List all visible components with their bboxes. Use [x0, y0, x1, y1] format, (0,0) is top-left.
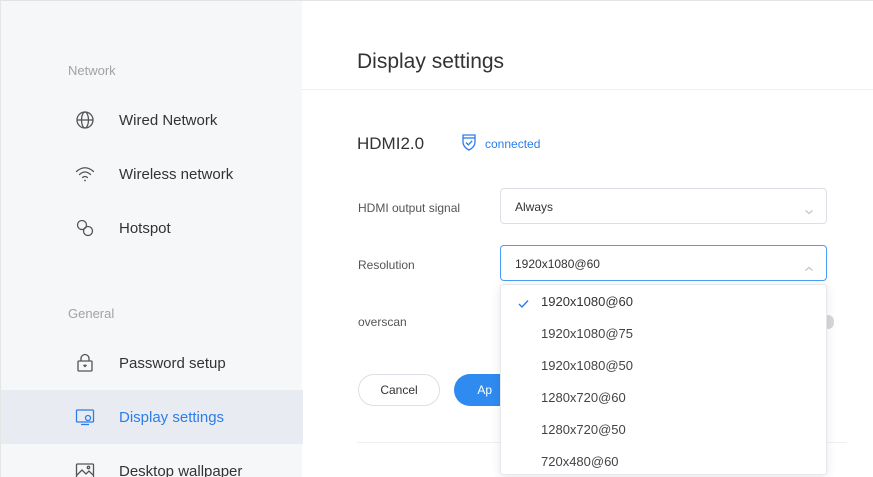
sidebar-item-display-settings[interactable]: Display settings — [1, 390, 303, 444]
output-signal-value: Always — [515, 200, 554, 214]
app-window: Network Wired Network Wireless network H… — [0, 0, 873, 477]
sidebar-item-label: Desktop wallpaper — [119, 462, 243, 477]
option-label: 1920x1080@50 — [541, 358, 633, 373]
sidebar-item-label: Hotspot — [119, 219, 171, 237]
sidebar-item-label: Password setup — [119, 354, 226, 372]
option-label: 1280x720@60 — [541, 390, 626, 405]
globe-icon — [74, 109, 96, 131]
section-label-network: Network — [68, 63, 116, 78]
hdmi-port-title: HDMI2.0 — [357, 134, 425, 153]
sidebar-item-label: Wired Network — [119, 111, 218, 129]
sidebar-item-wireless-network[interactable]: Wireless network — [1, 147, 303, 201]
resolution-option[interactable]: 1920x1080@60 — [501, 286, 826, 318]
sidebar-item-wired-network[interactable]: Wired Network — [1, 93, 303, 147]
resolution-option[interactable]: 1280x720@50 — [501, 414, 826, 446]
page-title: Display settings — [357, 50, 505, 73]
output-signal-label: HDMI output signal — [358, 201, 461, 215]
shield-check-icon — [459, 132, 479, 152]
sidebar-item-label: Display settings — [119, 408, 225, 426]
connection-status: connected — [485, 137, 541, 151]
option-label: 720x480@60 — [541, 454, 619, 469]
option-label: 1920x1080@75 — [541, 326, 633, 341]
resolution-dropdown: 1920x1080@60 1920x1080@75 1920x1080@50 1… — [500, 284, 827, 475]
resolution-option[interactable]: 1920x1080@75 — [501, 318, 826, 350]
option-label: 1920x1080@60 — [541, 294, 633, 309]
main-panel: Display settings HDMI2.0 connected HDMI … — [302, 1, 873, 477]
resolution-label: Resolution — [358, 258, 415, 272]
check-icon — [518, 296, 529, 309]
display-icon — [74, 406, 96, 428]
sidebar-item-desktop-wallpaper[interactable]: Desktop wallpaper — [1, 444, 303, 477]
resolution-value: 1920x1080@60 — [515, 257, 600, 271]
resolution-option[interactable]: 1280x720@60 — [501, 382, 826, 414]
resolution-select[interactable]: 1920x1080@60 — [500, 245, 827, 281]
sidebar: Network Wired Network Wireless network H… — [0, 1, 303, 477]
resolution-option[interactable]: 720x480@60 — [501, 446, 826, 474]
resolution-option[interactable]: 1920x1080@50 — [501, 350, 826, 382]
image-icon — [74, 460, 96, 477]
chevron-up-icon — [804, 260, 814, 271]
option-label: 1280x720@50 — [541, 422, 626, 437]
cancel-button[interactable]: Cancel — [358, 374, 440, 406]
sidebar-item-password-setup[interactable]: Password setup — [1, 336, 303, 390]
chevron-down-icon — [804, 203, 814, 215]
sidebar-item-label: Wireless network — [119, 165, 234, 183]
wifi-icon — [74, 163, 96, 185]
section-label-general: General — [68, 306, 115, 321]
sidebar-item-hotspot[interactable]: Hotspot — [1, 201, 303, 255]
hotspot-icon — [74, 217, 96, 239]
divider — [302, 89, 873, 90]
lock-icon — [74, 352, 96, 374]
output-signal-select[interactable]: Always — [500, 188, 827, 224]
overscan-label: overscan — [358, 315, 407, 329]
